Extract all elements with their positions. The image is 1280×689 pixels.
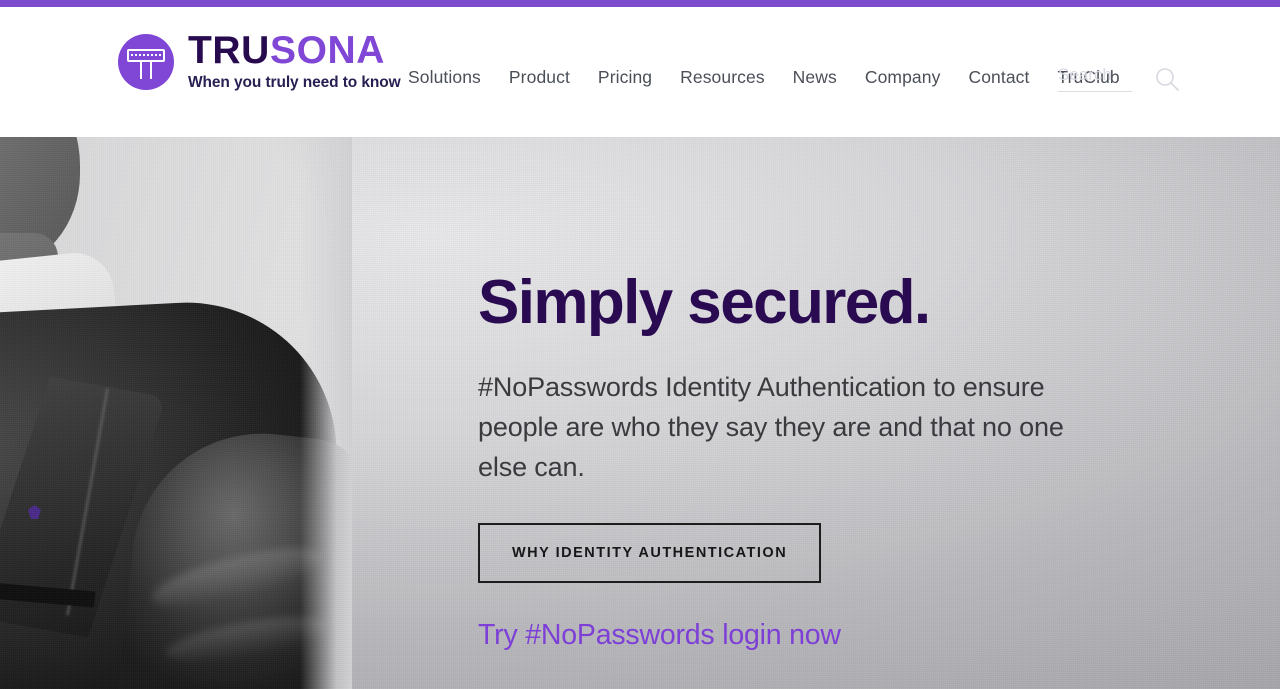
hero-content: Simply secured. #NoPasswords Identity Au…: [478, 272, 1098, 652]
brand-wordmark-part2: SONA: [269, 29, 386, 72]
why-identity-authentication-button[interactable]: WHY IDENTITY AUTHENTICATION: [478, 523, 822, 583]
hero-section: Simply secured. #NoPasswords Identity Au…: [0, 137, 1280, 689]
site-header: TRUSONA When you truly need to know Solu…: [0, 7, 1280, 137]
try-nopasswords-login-link[interactable]: Try #NoPasswords login now: [478, 619, 1098, 652]
search-icon[interactable]: [1154, 66, 1180, 92]
brand-wordmark: TRUSONA: [188, 31, 401, 71]
nav-item-resources[interactable]: Resources: [680, 67, 765, 88]
man-in-suit-photo: [0, 137, 352, 689]
brand-logo[interactable]: TRUSONA When you truly need to know: [118, 31, 401, 92]
nav-item-pricing[interactable]: Pricing: [598, 67, 652, 88]
top-accent-bar: [0, 0, 1280, 7]
razor-head-shape: [127, 49, 165, 62]
razor-stem-shape: [140, 62, 152, 79]
photo-edge-blend: [300, 137, 352, 689]
brand-wordmark-part1: TRU: [188, 29, 270, 72]
search-input[interactable]: [1058, 65, 1132, 92]
hero-title: Simply secured.: [478, 268, 931, 337]
main-navigation: Solutions Product Pricing Resources News…: [408, 67, 1120, 88]
nav-item-news[interactable]: News: [793, 67, 837, 88]
trusona-razor-logo-icon: [118, 34, 174, 90]
nav-item-product[interactable]: Product: [509, 67, 570, 88]
brand-tagline: When you truly need to know: [188, 73, 401, 91]
nav-item-company[interactable]: Company: [865, 67, 941, 88]
brand-text: TRUSONA When you truly need to know: [188, 31, 401, 92]
nav-item-contact[interactable]: Contact: [968, 67, 1029, 88]
page-root: TRUSONA When you truly need to know Solu…: [0, 0, 1280, 689]
nav-item-solutions[interactable]: Solutions: [408, 67, 481, 88]
search-area: [1058, 65, 1180, 92]
hero-subtitle: #NoPasswords Identity Authentication to …: [478, 372, 1064, 482]
